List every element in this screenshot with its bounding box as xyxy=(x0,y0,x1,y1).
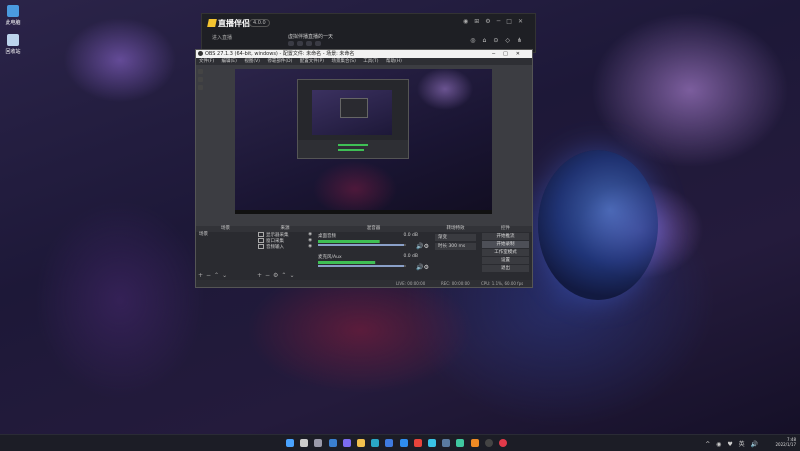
exit-button[interactable]: 退出 xyxy=(482,265,529,272)
app-blue-icon[interactable] xyxy=(399,439,408,447)
desktop-icon-this-pc[interactable]: 此电脑 xyxy=(2,5,24,26)
level-meter xyxy=(318,240,380,243)
store-icon[interactable] xyxy=(385,439,394,447)
window-title: OBS 27.1.3 (64-bit, windows) - 配置文件: 未命名… xyxy=(205,51,355,57)
stream-tags[interactable] xyxy=(288,41,324,46)
app-red2-icon[interactable] xyxy=(499,439,507,447)
obs-window[interactable]: OBS 27.1.3 (64-bit, windows) - 配置文件: 未命名… xyxy=(195,49,533,288)
menu-help[interactable]: 帮助(H) xyxy=(386,59,402,64)
companion-window[interactable]: 直播伴侣 4.0.0 ◉⊞⚙─□✕ 进入直播 虚拟伴播直播的一天 ◎⌂⊙◇⋔ xyxy=(201,13,536,53)
start-recording-button[interactable]: 开始录制 xyxy=(482,241,529,248)
left-toolbar[interactable] xyxy=(198,69,204,93)
mixer-channel[interactable]: 麦克风/Aux 0.0 dB 🔊⚙ xyxy=(315,253,432,274)
channel-db: 0.0 dB xyxy=(403,233,418,238)
speaker-icon[interactable]: 🔊⚙ xyxy=(416,243,429,250)
app-orange-icon[interactable] xyxy=(470,439,479,447)
app-music-icon[interactable] xyxy=(456,439,465,447)
obs-titlebar[interactable]: OBS 27.1.3 (64-bit, windows) - 配置文件: 未命名… xyxy=(196,50,532,58)
windows-start-icon[interactable] xyxy=(286,439,294,447)
stream-title[interactable]: 虚拟伴播直播的一天 xyxy=(288,33,333,40)
captured-taskbar xyxy=(235,210,492,214)
system-tray[interactable]: ^ ◉ ♥ 英 🔊 xyxy=(705,439,760,448)
transitions-dock[interactable]: 转场特效 渐变 时长 300 ms xyxy=(432,226,480,280)
volume-slider[interactable] xyxy=(318,265,406,267)
window-controls[interactable]: ─□✕ xyxy=(492,50,528,58)
start-streaming-button[interactable]: 开始推流 xyxy=(482,233,529,240)
duration-field[interactable]: 时长 300 ms xyxy=(435,243,476,250)
monitor-icon xyxy=(258,232,264,237)
menu-bar[interactable]: 文件(F) 编辑(E) 视图(V) 停靠部件(D) 配置文件(P) 场景集合(S… xyxy=(196,58,532,65)
menu-file[interactable]: 文件(F) xyxy=(199,59,214,64)
wallpaper-planet xyxy=(538,150,658,300)
menu-docks[interactable]: 停靠部件(D) xyxy=(267,59,292,64)
menu-scene-collection[interactable]: 场景集合(S) xyxy=(331,59,355,64)
sources-dock[interactable]: 来源 显示器采集 ◉ 窗口采集 ◉ 音频输入 ◉ +−⚙⌃⌄ xyxy=(255,226,316,280)
computer-icon xyxy=(7,5,19,17)
app-red-icon[interactable] xyxy=(413,439,422,447)
menu-tools[interactable]: 工具(T) xyxy=(363,59,378,64)
companion-tabs[interactable]: 进入直播 xyxy=(212,34,262,41)
menu-view[interactable]: 视图(V) xyxy=(244,59,260,64)
nested-obs-capture xyxy=(297,79,409,159)
edge-icon[interactable] xyxy=(371,439,380,447)
search-icon[interactable] xyxy=(300,439,309,447)
logo-icon xyxy=(207,19,217,27)
speaker-icon[interactable]: 🔊⚙ xyxy=(416,264,429,271)
audio-icon xyxy=(258,244,264,249)
status-bar: LIVE: 00:00:00 REC: 00:00:00 CPU: 1.1%, … xyxy=(196,280,532,287)
obs-icon[interactable] xyxy=(484,439,493,447)
taskbar[interactable]: ^ ◉ ♥ 英 🔊 7:48 2022/1/17 xyxy=(0,434,800,451)
steam-icon[interactable] xyxy=(442,439,451,447)
controls-dock[interactable]: 控件 开始推流 开始录制 工作室模式 设置 退出 xyxy=(479,226,532,280)
studio-mode-button[interactable]: 工作室模式 xyxy=(482,249,529,256)
scene-actions[interactable]: +−⌃⌄ xyxy=(198,272,230,279)
eye-icon[interactable]: ◉ xyxy=(308,244,312,250)
rec-status: REC: 00:00:00 xyxy=(441,281,470,286)
menu-edit[interactable]: 编辑(E) xyxy=(222,59,237,64)
scene-item[interactable]: 场景 xyxy=(196,232,255,238)
app-cyan-icon[interactable] xyxy=(428,439,436,447)
widgets-icon[interactable] xyxy=(328,439,337,447)
channel-db: 0.0 dB xyxy=(403,254,418,259)
mixer-channel[interactable]: 桌面音频 0.0 dB 🔊⚙ xyxy=(315,232,432,253)
menu-profile[interactable]: 配置文件(P) xyxy=(300,59,324,64)
live-status: LIVE: 00:00:00 xyxy=(396,281,426,286)
scenes-dock[interactable]: 场景 场景 +−⌃⌄ xyxy=(196,226,256,280)
version-badge: 4.0.0 xyxy=(249,19,270,27)
task-view-icon[interactable] xyxy=(314,439,323,447)
clock[interactable]: 7:48 2022/1/17 xyxy=(775,437,796,447)
obs-app-icon xyxy=(198,51,203,56)
mixer-dock[interactable]: 混音器 桌面音频 0.0 dB 🔊⚙ 麦克风/Aux 0.0 dB 🔊⚙ xyxy=(315,226,433,280)
companion-window-controls[interactable]: ◉⊞⚙─□✕ xyxy=(463,18,529,25)
tab-live[interactable]: 进入直播 xyxy=(212,35,232,41)
source-item[interactable]: 音频输入 ◉ xyxy=(255,244,315,250)
settings-button[interactable]: 设置 xyxy=(482,257,529,264)
companion-logo: 直播伴侣 xyxy=(207,18,250,29)
chat-icon[interactable] xyxy=(342,439,351,447)
preview-canvas[interactable] xyxy=(235,69,492,214)
cpu-status: CPU: 1.1%, 60.00 fps xyxy=(481,281,524,286)
transition-select[interactable]: 渐变 xyxy=(435,234,476,241)
level-meter xyxy=(318,261,376,264)
volume-slider[interactable] xyxy=(318,244,406,246)
source-actions[interactable]: +−⚙⌃⌄ xyxy=(257,272,298,279)
companion-toolbar[interactable]: ◎⌂⊙◇⋔ xyxy=(470,37,529,44)
file-explorer-icon[interactable] xyxy=(357,439,365,447)
recycle-bin-icon xyxy=(7,34,19,46)
window-icon xyxy=(258,238,264,243)
desktop-icon-recycle-bin[interactable]: 回收站 xyxy=(2,34,24,55)
